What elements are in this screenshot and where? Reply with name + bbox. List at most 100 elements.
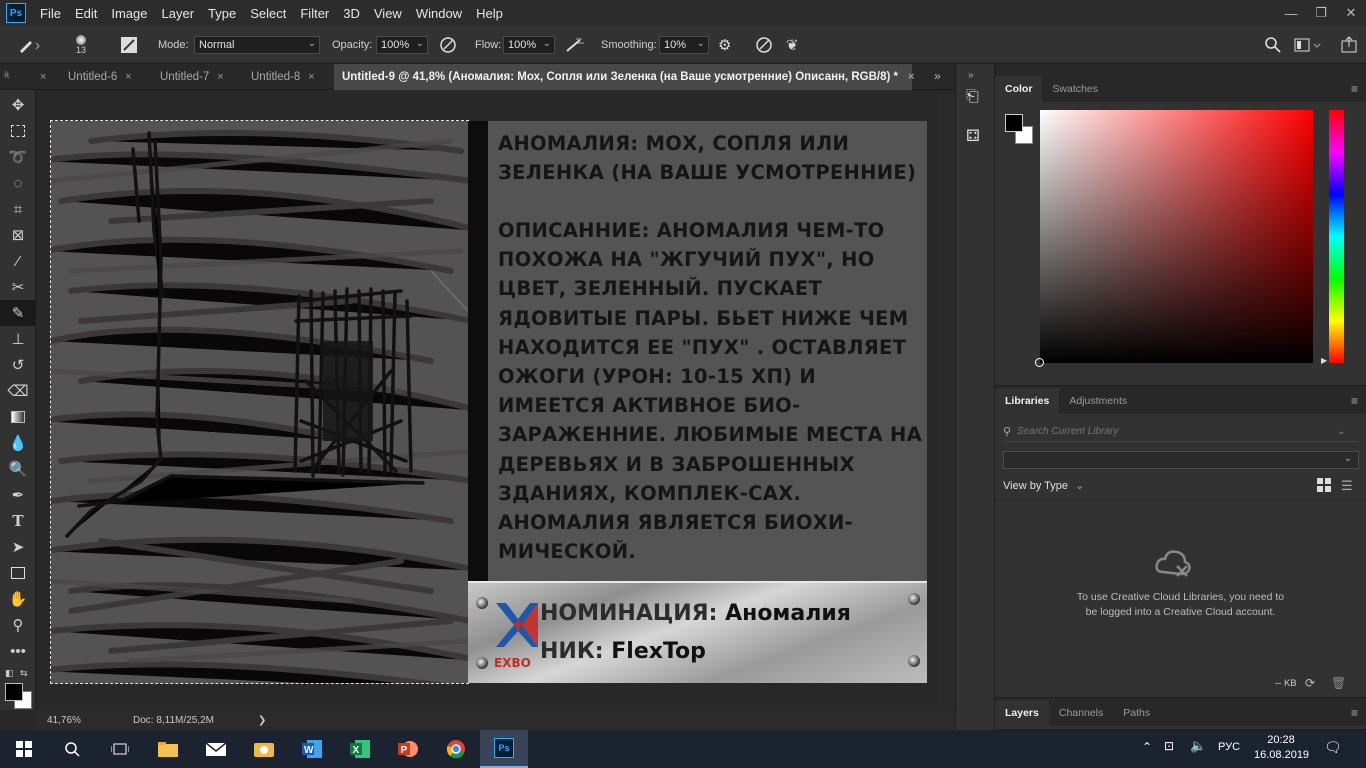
file-explorer-icon[interactable] <box>144 730 192 768</box>
word-icon[interactable]: W <box>288 730 336 768</box>
menu-image[interactable]: Image <box>111 6 147 21</box>
tab-close-icon[interactable]: × <box>217 71 223 83</box>
crop-tool-icon[interactable]: ⌗ <box>0 196 36 222</box>
network-icon[interactable]: ⊡ <box>1164 739 1174 753</box>
zoom-tool-icon[interactable]: ⚲ <box>0 612 36 638</box>
brush-panel-icon[interactable] <box>120 26 138 64</box>
color-field[interactable] <box>1035 110 1313 367</box>
properties-panel-icon[interactable]: ⚃ <box>966 126 980 146</box>
windows-start-icon[interactable] <box>0 730 48 768</box>
menu-filter[interactable]: Filter <box>300 6 329 21</box>
minimize-icon[interactable]: — <box>1276 0 1306 26</box>
zoom-level[interactable]: 41,76% <box>47 715 107 726</box>
tray-overflow-icon[interactable]: ⌃ <box>1142 740 1152 754</box>
trash-icon[interactable]: 🗑 <box>1331 676 1346 690</box>
view-by-type-dropdown[interactable]: View by Type ⌄ <box>1003 479 1084 492</box>
pen-tool-icon[interactable]: ✒ <box>0 482 36 508</box>
share-icon[interactable] <box>1340 26 1358 64</box>
tab-untitled-8[interactable]: Untitled-8 × <box>243 64 334 90</box>
airbrush-icon[interactable] <box>564 26 586 64</box>
symmetry-butterfly-icon[interactable]: ❦ <box>786 26 799 64</box>
mode-select[interactable]: Normal ⌄ <box>194 36 320 54</box>
clone-stamp-tool-icon[interactable]: ⊥ <box>0 326 36 352</box>
edit-toolbar-icon[interactable]: ••• <box>0 638 36 664</box>
restore-icon[interactable]: ❐ <box>1306 0 1336 26</box>
dock-expand-icon[interactable]: » <box>968 70 974 81</box>
brush-size-picker[interactable]: 13 <box>76 26 86 64</box>
search-icon[interactable] <box>48 730 96 768</box>
tab-layers[interactable]: Layers <box>995 700 1049 726</box>
history-panel-icon[interactable]: ⎗ <box>966 88 979 106</box>
panel-menu-icon[interactable]: ≡ <box>1351 82 1358 96</box>
hue-slider[interactable] <box>1329 110 1344 363</box>
menu-view[interactable]: View <box>374 6 402 21</box>
camera-app-icon[interactable] <box>240 730 288 768</box>
tab-close-icon[interactable]: × <box>40 71 46 83</box>
move-tool-icon[interactable]: ✥ <box>0 92 36 118</box>
pressure-opacity-icon[interactable] <box>438 26 458 64</box>
menu-select[interactable]: Select <box>250 6 286 21</box>
blur-tool-icon[interactable]: 💧 <box>0 430 36 456</box>
type-tool-icon[interactable]: T <box>0 508 36 534</box>
vertical-scrollbar[interactable] <box>939 91 955 710</box>
workspace-icon[interactable] <box>1294 26 1324 64</box>
document-canvas[interactable]: Аномалия: Мох, сопля или зеленка (на Ваш… <box>50 120 927 684</box>
volume-icon[interactable]: 🔈 <box>1190 738 1206 754</box>
tab-paths[interactable]: Paths <box>1113 700 1160 726</box>
search-icon[interactable] <box>1264 26 1282 64</box>
tab-swatches[interactable]: Swatches <box>1042 76 1108 102</box>
canvas-area[interactable]: Аномалия: Мох, сопля или зеленка (на Ваш… <box>37 91 955 710</box>
photoshop-taskbar-icon[interactable]: Ps <box>480 730 528 768</box>
close-window-icon[interactable]: ✕ <box>1336 0 1366 26</box>
language-indicator[interactable]: РУС <box>1218 741 1240 753</box>
rectangle-tool-icon[interactable] <box>0 560 36 586</box>
library-search[interactable]: ⚲ ⌄ <box>1003 422 1359 442</box>
dodge-tool-icon[interactable]: 🔍 <box>0 456 36 482</box>
tab-untitled-7[interactable]: Untitled-7 × <box>152 64 243 90</box>
eyedropper-tool-icon[interactable]: ⁄ <box>0 248 36 274</box>
list-view-icon[interactable]: ☰ <box>1341 478 1353 494</box>
tab-close-icon[interactable]: × <box>908 71 914 83</box>
healing-brush-tool-icon[interactable]: ✂ <box>0 274 36 300</box>
powerpoint-icon[interactable]: P <box>384 730 432 768</box>
brush-tool-icon[interactable]: ✎ <box>0 300 36 326</box>
menu-file[interactable]: File <box>40 6 61 21</box>
library-search-input[interactable] <box>1017 426 1338 437</box>
history-brush-tool-icon[interactable]: ↺ <box>0 352 36 378</box>
eraser-tool-icon[interactable]: ⌫ <box>0 378 36 404</box>
smoothing-options-gear-icon[interactable]: ⚙ <box>718 26 731 64</box>
mail-icon[interactable] <box>192 730 240 768</box>
library-select[interactable]: ⌄ <box>1003 451 1359 469</box>
brush-tool-preset-icon[interactable] <box>16 26 42 64</box>
status-menu-arrow-icon[interactable]: ❯ <box>258 715 266 726</box>
hue-slider-handle-icon[interactable]: ▶ <box>1321 356 1327 365</box>
toolbar-collapse-icon[interactable]: » <box>4 68 8 77</box>
tab-close-icon[interactable]: × <box>308 71 314 83</box>
lasso-tool-icon[interactable]: ➰ <box>0 144 36 170</box>
menu-layer[interactable]: Layer <box>162 6 195 21</box>
tab-adjustments[interactable]: Adjustments <box>1059 388 1137 414</box>
tab-untitled-6[interactable]: Untitled-6 × <box>60 64 151 90</box>
tab-channels[interactable]: Channels <box>1049 700 1113 726</box>
menu-type[interactable]: Type <box>208 6 236 21</box>
notifications-icon[interactable]: 🗨 <box>1324 739 1342 756</box>
flow-input[interactable]: 100% ⌄ <box>503 36 555 54</box>
clock[interactable]: 20:28 16.08.2019 <box>1254 733 1309 763</box>
grid-view-icon[interactable] <box>1317 478 1331 492</box>
quick-selection-tool-icon[interactable]: ◌ <box>0 170 36 196</box>
task-view-icon[interactable] <box>96 730 144 768</box>
menu-help[interactable]: Help <box>476 6 503 21</box>
tab-overflow-icon[interactable]: » <box>934 69 941 83</box>
swap-colors-icon[interactable]: ⇆ <box>20 668 28 679</box>
panel-menu-icon[interactable]: ≡ <box>1351 394 1358 408</box>
foreground-color-swatch[interactable] <box>1005 114 1023 132</box>
tab-color[interactable]: Color <box>995 76 1043 102</box>
tab-untitled-9[interactable]: Untitled-9 @ 41,8% (Аномалия: Мох, Сопля… <box>334 64 914 90</box>
chrome-icon[interactable] <box>432 730 480 768</box>
excel-icon[interactable]: X <box>336 730 384 768</box>
path-selection-tool-icon[interactable]: ➤ <box>0 534 36 560</box>
tab-close-icon[interactable]: × <box>125 71 131 83</box>
tab-libraries[interactable]: Libraries <box>995 388 1060 414</box>
sync-icon[interactable]: ⟳ <box>1305 676 1315 690</box>
gradient-tool-icon[interactable] <box>0 404 36 430</box>
